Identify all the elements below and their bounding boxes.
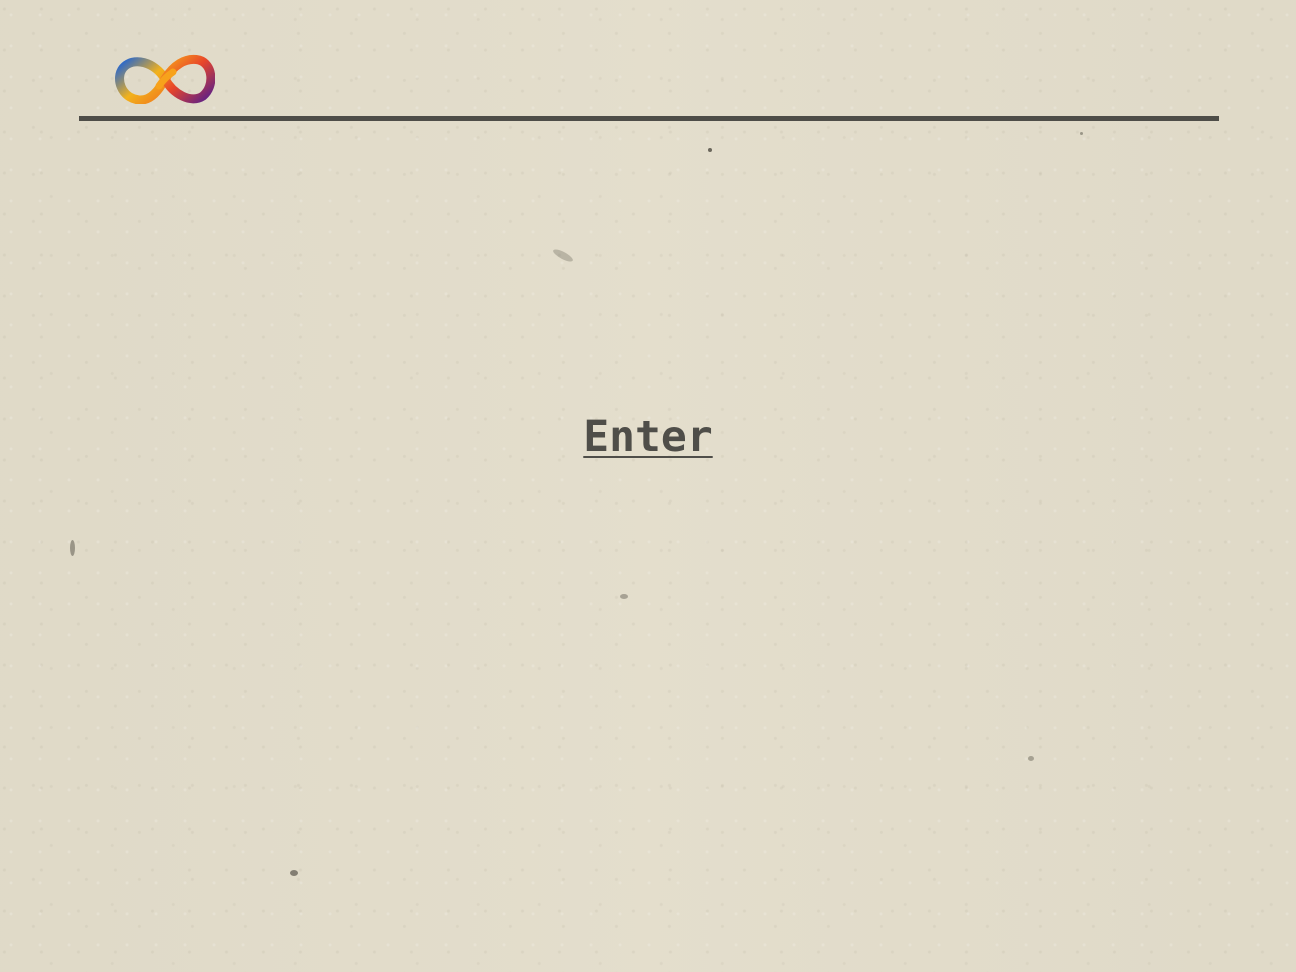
enter-container: Enter [0, 412, 1296, 462]
paper-speck [708, 148, 712, 152]
paper-speck [70, 540, 75, 556]
enter-link[interactable]: Enter [583, 412, 712, 462]
paper-speck [551, 247, 575, 264]
site-header [79, 0, 1219, 122]
paper-speck [1028, 756, 1034, 761]
paper-speck [620, 594, 628, 599]
paper-speck [290, 870, 298, 876]
header-divider [79, 116, 1219, 121]
infinity-logo-icon[interactable] [115, 54, 216, 105]
paper-speck [1080, 132, 1083, 135]
